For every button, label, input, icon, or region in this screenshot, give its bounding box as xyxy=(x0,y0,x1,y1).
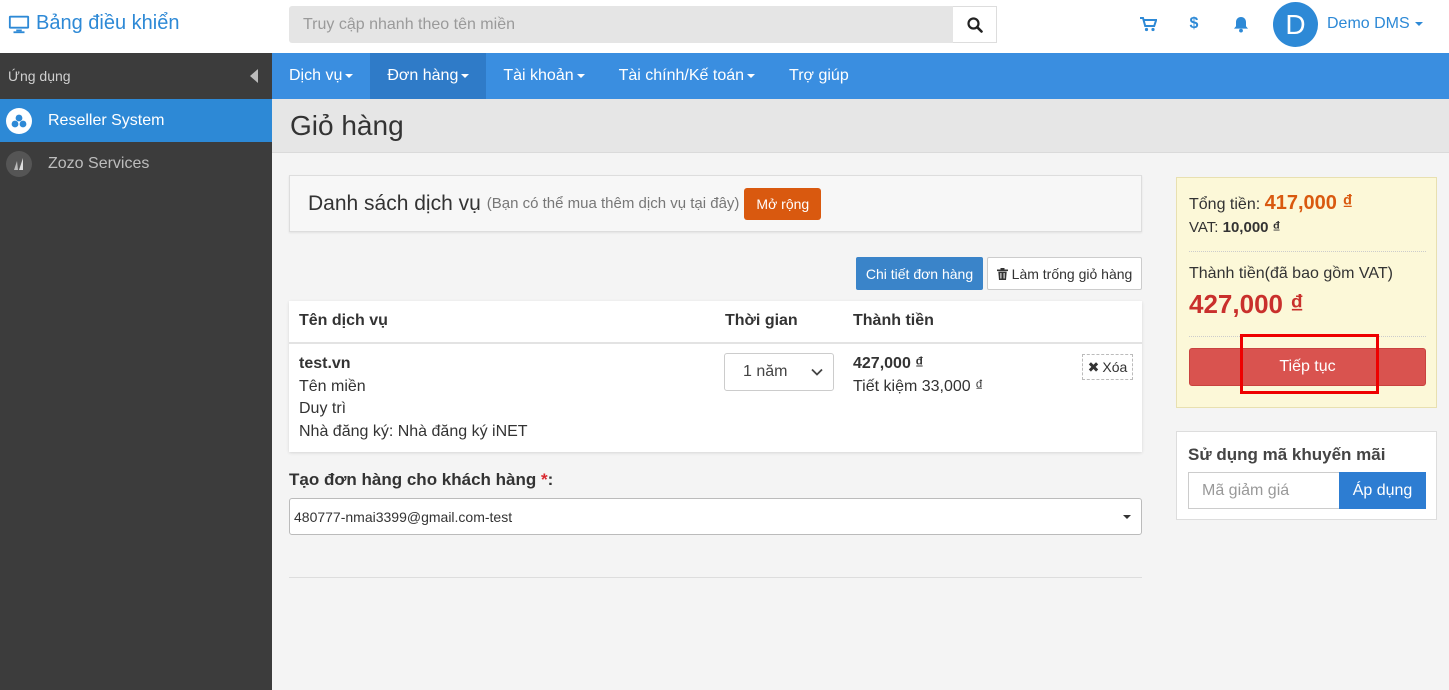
caret-down-icon xyxy=(1123,514,1131,519)
caret-down-icon xyxy=(747,74,756,78)
service-action: Duy trì xyxy=(299,400,347,417)
caret-down-icon xyxy=(1414,22,1423,26)
nav-label: Dịch vụ xyxy=(289,67,343,84)
top-header: Bảng điều khiển $ D Demo DMS xyxy=(0,0,1449,53)
sidebar-header: Ứng dụng xyxy=(0,53,272,99)
search-icon xyxy=(966,16,983,33)
header-divider xyxy=(289,342,1142,344)
close-icon: ✖ xyxy=(1087,358,1100,375)
order-summary: Tổng tiền: 417,000 ₫ VAT: 10,000 ₫ Thành… xyxy=(1176,177,1437,408)
row-price: 427,000 ₫ xyxy=(853,355,924,372)
summary-divider xyxy=(1189,336,1426,337)
order-detail-button[interactable]: Chi tiết đơn hàng xyxy=(856,257,983,290)
sidebar-item-reseller-system[interactable]: Reseller System xyxy=(0,99,272,142)
page-header: Giỏ hàng xyxy=(272,99,1449,153)
caret-down-icon xyxy=(345,74,354,78)
period-value: 1 năm xyxy=(743,363,788,380)
customer-label-text: Tạo đơn hàng cho khách hàng xyxy=(289,470,537,489)
search-button[interactable] xyxy=(953,6,997,43)
column-header-service: Tên dịch vụ xyxy=(299,312,388,329)
total-value: 417,000 ₫ xyxy=(1264,192,1353,214)
nav-label: Đơn hàng xyxy=(387,67,459,84)
sidebar-title: Ứng dụng xyxy=(8,68,71,84)
service-list-subheading: (Bạn có thể mua thêm dịch vụ tại đây) xyxy=(486,195,740,212)
user-menu[interactable]: Demo DMS xyxy=(1327,15,1423,33)
brand-title: Bảng điều khiển xyxy=(36,12,180,34)
promo-title: Sử dụng mã khuyến mãi xyxy=(1188,445,1386,464)
row-saving: Tiết kiệm 33,000 ₫ xyxy=(853,377,984,395)
domain-search-input[interactable] xyxy=(289,6,953,43)
sidebar-item-label: Reseller System xyxy=(48,111,165,129)
nav-label: Trợ giúp xyxy=(789,67,849,84)
caret-down-icon xyxy=(576,74,585,78)
trash-icon xyxy=(996,267,1008,280)
zozo-leaf-icon xyxy=(6,150,32,177)
cart-icon[interactable] xyxy=(1138,14,1158,34)
vat-line: VAT: 10,000 ₫ xyxy=(1189,219,1280,236)
service-type: Tên miền xyxy=(299,377,366,395)
collapse-sidebar-icon[interactable] xyxy=(250,69,258,83)
total-line: Tổng tiền: 417,000 ₫ xyxy=(1189,192,1353,215)
main-nav: Dịch vụ Đơn hàng Tài khoản Tài chính/Kế … xyxy=(272,53,1449,99)
grand-total-label: Thành tiền(đã bao gồm VAT) xyxy=(1189,265,1393,282)
service-registrar: Nhà đăng ký: Nhà đăng ký iNET xyxy=(299,422,528,440)
empty-cart-label: Làm trống giỏ hàng xyxy=(1011,265,1133,282)
period-select[interactable]: 1 năm xyxy=(724,353,834,391)
promo-code-input[interactable] xyxy=(1188,472,1339,509)
service-list-panel: Danh sách dịch vụ (Bạn có thể mua thêm d… xyxy=(289,175,1142,232)
caret-down-icon xyxy=(461,74,470,78)
customer-label-colon: : xyxy=(547,470,554,489)
cart-table: Tên dịch vụ Thời gian Thành tiền test.vn… xyxy=(289,301,1142,452)
user-name-label: Demo DMS xyxy=(1327,15,1410,32)
nav-services[interactable]: Dịch vụ xyxy=(272,53,370,99)
column-header-period: Thời gian xyxy=(725,312,798,329)
vat-label: VAT: xyxy=(1189,219,1219,236)
nav-account[interactable]: Tài khoản xyxy=(486,53,601,99)
customer-label: Tạo đơn hàng cho khách hàng *: xyxy=(289,470,553,490)
expand-button[interactable]: Mở rộng xyxy=(744,187,822,220)
main-content: Danh sách dịch vụ (Bạn có thể mua thêm d… xyxy=(272,153,1449,690)
sidebar-item-label: Zozo Services xyxy=(48,154,150,172)
avatar[interactable]: D xyxy=(1273,2,1318,47)
service-name: test.vn xyxy=(299,355,351,372)
apply-promo-button[interactable]: Áp dụng xyxy=(1339,472,1426,509)
delete-label: Xóa xyxy=(1102,359,1128,375)
vat-value: 10,000 ₫ xyxy=(1222,219,1281,236)
column-header-amount: Thành tiền xyxy=(853,312,934,329)
customer-select[interactable]: 480777-nmai3399@gmail.com-test xyxy=(289,498,1142,535)
reseller-icon xyxy=(6,107,32,134)
nav-label: Tài chính/Kế toán xyxy=(618,67,745,84)
delete-item-button[interactable]: ✖ Xóa xyxy=(1082,354,1133,380)
summary-divider xyxy=(1189,251,1426,252)
brand-link[interactable]: Bảng điều khiển xyxy=(8,12,179,35)
service-list-heading: Danh sách dịch vụ xyxy=(308,191,481,215)
customer-selected-value: 480777-nmai3399@gmail.com-test xyxy=(294,508,513,525)
page-title: Giỏ hàng xyxy=(290,110,404,141)
nav-orders[interactable]: Đơn hàng xyxy=(370,53,487,99)
chevron-down-icon xyxy=(811,368,823,376)
promo-panel: Sử dụng mã khuyến mãi Áp dụng xyxy=(1176,431,1437,520)
dollar-icon[interactable]: $ xyxy=(1184,14,1204,34)
monitor-icon xyxy=(8,15,30,33)
sidebar: Ứng dụng Reseller System Zozo Services xyxy=(0,53,272,690)
sidebar-item-zozo-services[interactable]: Zozo Services xyxy=(0,142,272,185)
empty-cart-button[interactable]: Làm trống giỏ hàng xyxy=(987,257,1142,290)
content-divider xyxy=(289,577,1142,578)
continue-button[interactable]: Tiếp tục xyxy=(1189,348,1426,386)
nav-label: Tài khoản xyxy=(503,67,574,84)
nav-help[interactable]: Trợ giúp xyxy=(772,53,866,99)
nav-finance[interactable]: Tài chính/Kế toán xyxy=(602,53,772,99)
grand-total-value: 427,000 ₫ xyxy=(1189,289,1304,319)
total-label: Tổng tiền: xyxy=(1189,196,1261,213)
required-mark: * xyxy=(541,470,548,489)
bell-icon[interactable] xyxy=(1231,14,1251,34)
